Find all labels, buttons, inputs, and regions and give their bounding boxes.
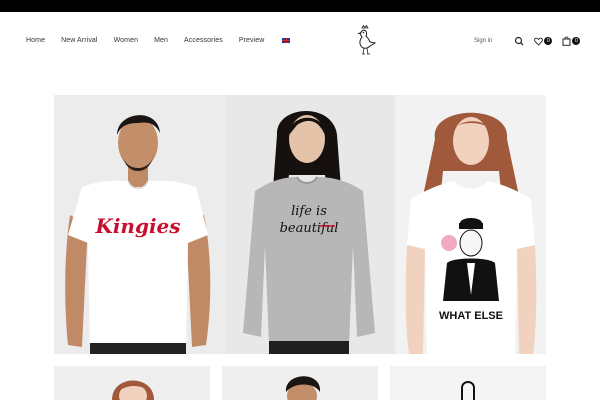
search-button[interactable] bbox=[514, 36, 524, 46]
heart-icon bbox=[534, 37, 544, 46]
uk-flag-icon[interactable] bbox=[282, 38, 291, 43]
shirt-print-text: WHAT ELSE bbox=[439, 310, 503, 322]
product-image bbox=[390, 366, 546, 400]
product-card-kingies-tee[interactable]: Kingies bbox=[54, 95, 225, 354]
shopping-bag-icon bbox=[562, 36, 571, 46]
product-card-life-is-beautiful-sweatshirt[interactable]: life is beautiful bbox=[225, 95, 395, 354]
top-black-bar bbox=[0, 0, 600, 12]
product-image bbox=[54, 366, 210, 400]
main-navigation: Home New Arrival Women Men Accessories P… bbox=[26, 37, 291, 44]
nav-item-men[interactable]: Men bbox=[154, 37, 168, 44]
product-card-row2-2[interactable] bbox=[222, 366, 378, 400]
nav-item-home[interactable]: Home bbox=[26, 37, 45, 44]
nav-item-women[interactable]: Women bbox=[114, 37, 139, 44]
shirt-print-text: Kingies bbox=[94, 214, 180, 238]
product-image: Kingies bbox=[54, 95, 225, 354]
shirt-print-line2: beautiful bbox=[280, 221, 339, 236]
bird-logo-icon[interactable] bbox=[352, 24, 378, 58]
cart-button[interactable]: 0 bbox=[562, 36, 581, 46]
product-image: WHAT ELSE bbox=[395, 95, 546, 354]
product-card-what-else-tee[interactable]: WHAT ELSE bbox=[395, 95, 546, 354]
product-image: life is beautiful bbox=[225, 95, 395, 354]
site-header: Home New Arrival Women Men Accessories P… bbox=[0, 12, 600, 72]
product-image bbox=[222, 366, 378, 400]
nav-item-new-arrival[interactable]: New Arrival bbox=[61, 37, 98, 44]
shirt-print-line1: life is bbox=[291, 204, 327, 219]
product-card-row2-1[interactable] bbox=[54, 366, 210, 400]
wishlist-button[interactable]: 0 bbox=[534, 37, 553, 46]
nav-item-accessories[interactable]: Accessories bbox=[184, 37, 223, 44]
nav-item-preview[interactable]: Preview bbox=[239, 37, 265, 44]
wishlist-count-badge: 0 bbox=[544, 37, 553, 45]
header-actions: Sign in 0 0 bbox=[474, 36, 590, 46]
sign-in-link[interactable]: Sign in bbox=[474, 38, 492, 44]
product-card-row2-3[interactable] bbox=[390, 366, 546, 400]
search-icon bbox=[515, 36, 524, 46]
cart-count-badge: 0 bbox=[572, 37, 581, 45]
